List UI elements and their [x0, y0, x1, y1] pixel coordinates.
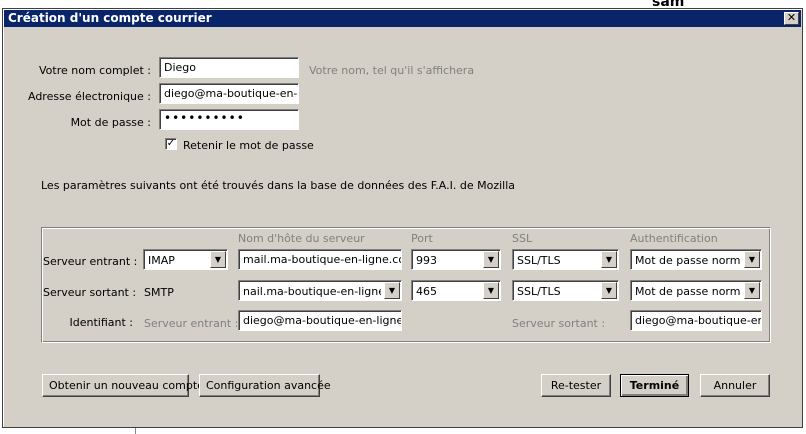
chevron-down-icon[interactable]: ▼ [483, 282, 499, 299]
col-header-hostname: Nom d'hôte du serveur [238, 232, 365, 245]
title-bar: Création d'un compte courrier ✕ [4, 10, 801, 27]
password-input[interactable]: •••••••••• [159, 109, 299, 130]
outgoing-hostname-combobox[interactable]: nail.ma-boutique-en-ligne.com ▼ [238, 280, 402, 301]
incoming-auth-value: Mot de passe normal [635, 254, 741, 267]
username-outgoing-label: Serveur sortant : [512, 317, 606, 330]
fullname-label: Votre nom complet : [39, 64, 151, 77]
remember-password-checkbox[interactable]: ✓ [165, 138, 177, 150]
incoming-protocol-value: IMAP [148, 254, 175, 267]
new-account-button[interactable]: Obtenir un nouveau compte [42, 374, 204, 397]
account-setup-dialog: Création d'un compte courrier ✕ Votre no… [2, 8, 803, 428]
chevron-down-icon[interactable]: ▼ [601, 251, 617, 268]
col-header-auth: Authentification [630, 232, 718, 245]
outgoing-ssl-select[interactable]: SSL/TLS ▼ [512, 280, 619, 301]
username-outgoing-input[interactable]: diego@ma-boutique-en-lig [630, 310, 762, 331]
background-bottom [0, 428, 806, 434]
email-input[interactable]: diego@ma-boutique-en-ligne.com [159, 83, 299, 104]
outgoing-server-label: Serveur sortant : [43, 286, 137, 299]
incoming-server-label: Serveur entrant : [43, 255, 138, 268]
close-icon[interactable]: ✕ [784, 12, 799, 25]
fullname-hint: Votre nom, tel qu'il s'affichera [309, 64, 475, 77]
cancel-button[interactable]: Annuler [700, 374, 770, 397]
email-label: Adresse électronique : [27, 90, 151, 103]
fullname-input[interactable]: Diego [159, 57, 299, 78]
done-button[interactable]: Terminé [620, 374, 689, 397]
username-label: Identifiant : [69, 316, 134, 329]
col-header-ssl: SSL [512, 232, 533, 245]
incoming-port-value: 993 [416, 254, 437, 267]
password-label: Mot de passe : [70, 116, 151, 129]
col-header-port: Port [411, 232, 433, 245]
chevron-down-icon[interactable]: ▼ [744, 251, 760, 268]
background-divider [135, 428, 136, 434]
outgoing-port-select[interactable]: 465 ▼ [411, 280, 501, 301]
username-incoming-label: Serveur entrant : [144, 317, 239, 330]
remember-password-label: Retenir le mot de passe [183, 139, 314, 152]
chevron-down-icon[interactable]: ▼ [384, 282, 400, 299]
outgoing-auth-select[interactable]: Mot de passe normal ▼ [630, 280, 762, 301]
chevron-down-icon[interactable]: ▼ [601, 282, 617, 299]
incoming-auth-select[interactable]: Mot de passe normal ▼ [630, 249, 762, 270]
incoming-protocol-select[interactable]: IMAP ▼ [143, 249, 228, 270]
chevron-down-icon[interactable]: ▼ [744, 282, 760, 299]
incoming-hostname-input[interactable]: mail.ma-boutique-en-ligne.com [238, 249, 402, 270]
window-title: Création d'un compte courrier [8, 11, 212, 25]
retest-button[interactable]: Re-tester [541, 374, 611, 397]
incoming-ssl-value: SSL/TLS [517, 254, 561, 267]
chevron-down-icon[interactable]: ▼ [210, 251, 226, 268]
background-app: sam [0, 0, 806, 10]
outgoing-protocol: SMTP [144, 286, 174, 299]
info-text: Les paramètres suivants ont été trouvés … [41, 179, 516, 192]
outgoing-auth-value: Mot de passe normal [635, 285, 741, 298]
outgoing-ssl-value: SSL/TLS [517, 285, 561, 298]
outgoing-port-value[interactable]: 465 [416, 285, 480, 298]
advanced-config-button[interactable]: Configuration avancée [199, 374, 331, 397]
username-incoming-input[interactable]: diego@ma-boutique-en-ligne.co [238, 310, 402, 331]
chevron-down-icon[interactable]: ▼ [483, 251, 499, 268]
outgoing-hostname-value[interactable]: nail.ma-boutique-en-ligne.com [243, 285, 381, 298]
incoming-ssl-select[interactable]: SSL/TLS ▼ [512, 249, 619, 270]
incoming-port-select[interactable]: 993 ▼ [411, 249, 501, 270]
